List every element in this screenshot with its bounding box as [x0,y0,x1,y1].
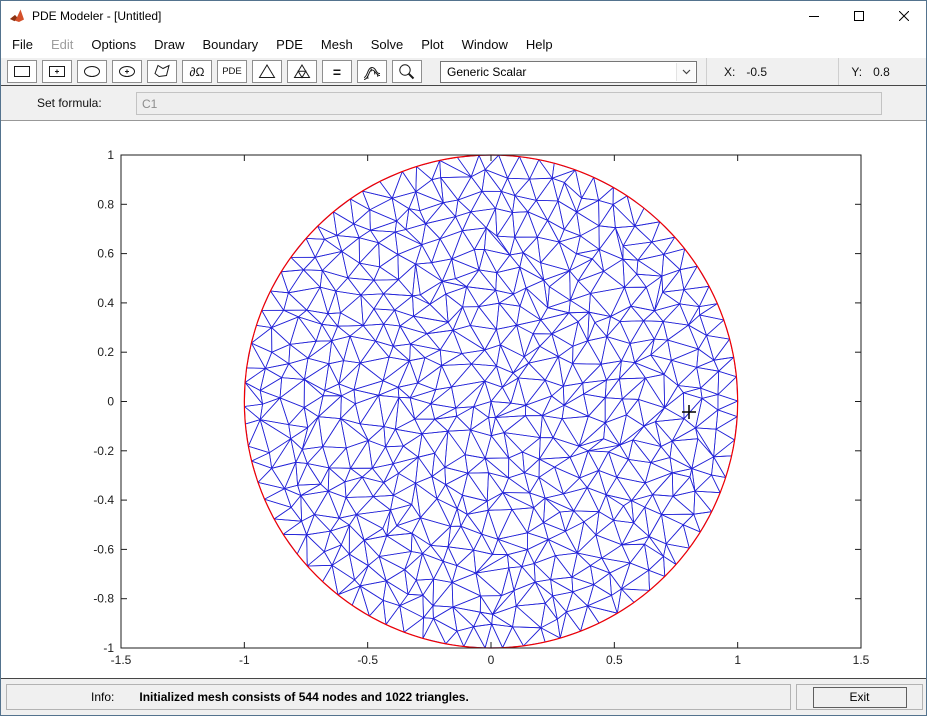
rectangle-icon [14,66,30,77]
window-title: PDE Modeler - [Untitled] [32,9,162,23]
set-formula-input[interactable] [136,92,882,115]
menu-file[interactable]: File [3,33,42,56]
titlebar: PDE Modeler - [Untitled] [1,1,926,31]
pde-modeler-window: PDE Modeler - [Untitled] File Edit Options… [0,0,927,716]
minimize-icon [808,16,819,17]
close-icon [898,11,909,21]
y-tick-label: 0.2 [97,345,114,359]
y-coord-label: Y: [851,64,863,79]
ellipse-icon [84,66,100,77]
maximize-button[interactable] [836,1,881,31]
close-button[interactable] [881,1,926,31]
boundary-mode-button[interactable]: ∂Ω [182,60,212,83]
ellipse-center-icon [119,66,135,77]
draw-rectangle-button[interactable] [7,60,37,83]
exit-panel: Exit [796,684,923,710]
info-label: Info: [91,690,115,704]
menu-edit: Edit [50,37,74,52]
info-text: Initialized mesh consists of 544 nodes a… [139,690,469,704]
menu-help[interactable]: Help [517,33,562,56]
x-tick-label: -1 [239,653,250,667]
boundary-icon: ∂Ω [189,64,205,79]
menu-boundary[interactable]: Boundary [194,33,268,56]
x-tick-label: 1.5 [853,653,870,667]
refine-mesh-icon [293,64,311,79]
plot-3d-button[interactable] [357,60,387,83]
x-tick-label: -1.5 [111,653,132,667]
y-coord-value: 0.8 [873,64,890,79]
exit-button[interactable]: Exit [812,686,907,708]
menu-solve[interactable]: Solve [362,33,413,56]
y-tick-label: 0.4 [97,296,114,310]
solve-icon: = [332,63,342,80]
menubar: File Edit Options Draw Boundary PDE Mesh Solve P… [1,31,926,58]
menu-draw[interactable]: Draw [145,33,193,56]
x-coord-value: -0.5 [746,64,768,79]
plot-area: -1.5 -1 -0.5 0 0.5 1 1.5 -1 -0.8 -0.6 -0.4 -0.2 0 0.2… [1,121,926,678]
set-formula-label: Set formula: [37,96,102,110]
toolbar: ∂Ω PDE = Generic Scalar X: -0.5 Y: 0.8 [1,58,926,86]
menu-pde[interactable]: PDE [267,33,312,56]
set-formula-row: Set formula: [1,86,926,121]
menu-options[interactable]: Options [82,33,145,56]
zoom-icon [399,64,415,80]
y-tick-label: -0.8 [93,592,114,606]
menu-mesh[interactable]: Mesh [312,33,362,56]
statusbar: Info: Initialized mesh consists of 544 n… [1,678,926,715]
x-tick-label: 0.5 [606,653,623,667]
draw-polygon-button[interactable] [147,60,177,83]
pde-icon: PDE [222,66,242,77]
y-tick-label: 0 [107,395,114,409]
x-tick-label: 0 [488,653,495,667]
y-coordinate: Y: 0.8 [838,58,926,85]
refine-mesh-button[interactable] [287,60,317,83]
menu-plot[interactable]: Plot [412,33,452,56]
plot3d-icon [363,66,381,80]
x-tick-label: -0.5 [357,653,378,667]
toolbar-buttons: ∂Ω PDE = [1,60,422,83]
y-tick-label: -1 [103,641,114,655]
y-tick-label: -0.6 [93,542,114,556]
y-tick-label: 0.6 [97,247,114,261]
y-tick-label: -0.2 [93,444,114,458]
draw-ellipse-centered-button[interactable] [112,60,142,83]
chevron-down-icon [676,62,695,81]
cursor-coordinates: X: -0.5 Y: 0.8 [706,58,926,85]
initialize-mesh-button[interactable] [252,60,282,83]
y-tick-label: 1 [107,148,114,162]
plot-canvas[interactable]: -1.5 -1 -0.5 0 0.5 1 1.5-1-0.8-0.6-0.4-0.200.2… [1,121,926,678]
rectangle-center-icon [49,66,65,77]
polygon-icon [154,64,170,78]
minimize-button[interactable] [791,1,836,31]
solve-pde-button[interactable]: = [322,60,352,83]
x-coord-label: X: [724,64,736,79]
plot-type-select[interactable]: Generic Scalar [440,60,697,83]
x-coordinate: X: -0.5 [707,58,838,85]
zoom-button[interactable] [392,60,422,83]
draw-ellipse-button[interactable] [77,60,107,83]
info-panel: Info: Initialized mesh consists of 544 n… [6,684,791,710]
mesh-triangles [244,154,739,649]
plot-type-value: Generic Scalar [447,64,527,79]
y-tick-label: 0.8 [97,197,114,211]
maximize-icon [853,11,864,21]
window-controls [791,1,926,31]
pde-mode-button[interactable]: PDE [217,60,247,83]
y-tick-label: -0.4 [93,493,114,507]
menu-window[interactable]: Window [453,33,517,56]
x-tick-label: 1 [734,653,741,667]
matlab-app-icon [9,8,25,24]
mesh-icon [258,64,276,78]
draw-rectangle-centered-button[interactable] [42,60,72,83]
